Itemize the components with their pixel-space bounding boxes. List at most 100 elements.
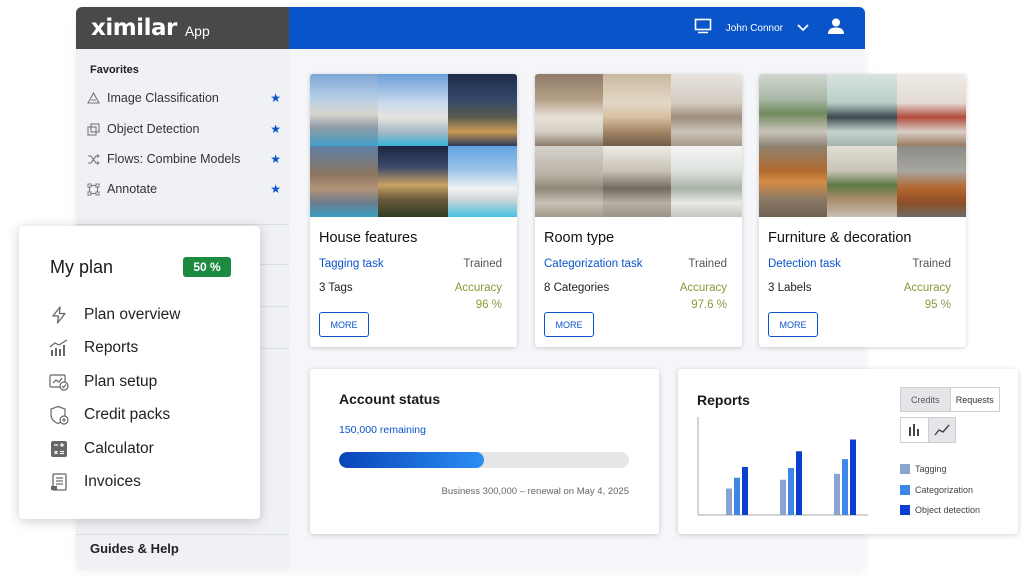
star-icon[interactable]: ★ xyxy=(270,122,281,136)
chevron-down-icon[interactable] xyxy=(797,19,809,37)
bar-tagging xyxy=(834,473,840,515)
credits-progress-bar xyxy=(339,452,629,468)
task-type-link[interactable]: Detection task xyxy=(768,258,841,270)
reports-bar-chart xyxy=(697,417,868,516)
legend-item: Tagging xyxy=(900,459,980,480)
bar-object-detection xyxy=(796,451,802,515)
plan-setup-icon xyxy=(49,372,69,392)
accuracy-label: Accuracy xyxy=(903,282,951,294)
sidebar-divider xyxy=(76,534,289,535)
reports-card: Reports Credits Requests Tagging Categor… xyxy=(678,369,1018,534)
tab-credits[interactable]: Credits xyxy=(901,388,951,411)
task-type-link[interactable]: Tagging task xyxy=(319,258,384,270)
plan-menu-plan-setup[interactable]: Plan setup xyxy=(49,371,249,393)
user-name[interactable]: John Connor xyxy=(726,23,783,34)
plan-menu-credit-packs[interactable]: Credit packs xyxy=(49,404,249,426)
card-title: Room type xyxy=(544,230,615,246)
credit-packs-icon xyxy=(49,405,69,425)
accuracy-value: 95 % xyxy=(924,299,951,311)
tab-requests[interactable]: Requests xyxy=(951,388,1000,411)
plan-menu-invoices[interactable]: Invoices xyxy=(49,471,249,493)
status-label: Trained xyxy=(463,258,502,270)
user-icon[interactable] xyxy=(827,17,845,40)
sidebar-divider xyxy=(76,224,289,225)
bar-tagging xyxy=(780,479,786,515)
task-type-link[interactable]: Categorization task xyxy=(544,258,642,270)
favorite-label: Image Classification xyxy=(107,91,219,105)
bar-chart-icon[interactable] xyxy=(901,418,929,442)
label-count: 3 Tags xyxy=(319,282,353,294)
plan-menu-label: Plan setup xyxy=(84,373,158,390)
plan-renewal-info: Business 300,000 – renewal on May 4, 202… xyxy=(441,486,630,497)
plan-menu-label: Credit packs xyxy=(84,406,171,423)
plan-menu-calculator[interactable]: Calculator xyxy=(49,438,249,460)
favorite-annotate[interactable]: Annotate ★ xyxy=(86,178,281,200)
furniture-photo-mosaic xyxy=(759,74,966,217)
card-title: House features xyxy=(319,230,418,246)
top-bar: John Connor xyxy=(289,7,865,49)
bar-tagging xyxy=(726,488,732,515)
account-status-title: Account status xyxy=(339,391,441,407)
credits-remaining: 150,000 remaining xyxy=(339,424,426,436)
flows-icon xyxy=(86,152,100,166)
reports-icon xyxy=(49,338,69,358)
plan-menu-label: Reports xyxy=(84,339,139,356)
my-plan-card: My plan 50 % Plan overview Reports Plan … xyxy=(19,226,260,519)
invoice-icon xyxy=(49,472,69,492)
status-label: Trained xyxy=(912,258,951,270)
task-card-house-features[interactable]: House features Tagging task Trained 3 Ta… xyxy=(310,74,517,347)
plan-menu-label: Plan overview xyxy=(84,306,181,323)
accuracy-label: Accuracy xyxy=(679,282,727,294)
star-icon[interactable]: ★ xyxy=(270,152,281,166)
room-photo-mosaic xyxy=(535,74,742,217)
monitor-icon[interactable] xyxy=(694,18,712,39)
classification-icon xyxy=(86,91,100,105)
favorite-label: Annotate xyxy=(107,182,158,196)
account-status-card: Account status 150,000 remaining Busines… xyxy=(310,369,659,534)
bar-categorization xyxy=(734,477,740,515)
my-plan-title: My plan xyxy=(50,257,114,277)
accuracy-value: 96 % xyxy=(475,299,502,311)
legend-label: Categorization xyxy=(915,484,974,495)
accuracy-label: Accuracy xyxy=(454,282,502,294)
legend-swatch xyxy=(900,484,910,495)
star-icon[interactable]: ★ xyxy=(270,91,281,105)
calculator-icon xyxy=(49,439,69,459)
card-title: Furniture & decoration xyxy=(768,230,912,246)
chart-legend: Tagging Categorization Object detection xyxy=(900,459,980,521)
bar-object-detection xyxy=(850,439,856,515)
bar-categorization xyxy=(842,459,848,515)
lightning-icon xyxy=(49,305,69,325)
favorite-label: Flows: Combine Models xyxy=(107,152,241,166)
more-button[interactable]: MORE xyxy=(319,312,369,337)
task-card-furniture[interactable]: Furniture & decoration Detection task Tr… xyxy=(759,74,966,347)
legend-item: Categorization xyxy=(900,480,980,501)
guides-help-link[interactable]: Guides & Help xyxy=(90,541,179,556)
bar-categorization xyxy=(788,467,794,515)
favorites-title: Favorites xyxy=(90,64,139,76)
annotate-icon xyxy=(86,182,100,196)
plan-menu-label: Invoices xyxy=(84,473,141,490)
legend-label: Object detection xyxy=(915,505,981,516)
plan-menu-plan-overview[interactable]: Plan overview xyxy=(49,304,249,326)
task-card-room-type[interactable]: Room type Categorization task Trained 8 … xyxy=(535,74,742,347)
legend-item: Object detection xyxy=(900,500,980,521)
legend-swatch xyxy=(900,464,910,475)
bar-object-detection xyxy=(742,466,748,515)
reports-title: Reports xyxy=(697,392,750,408)
favorite-label: Object Detection xyxy=(107,122,200,136)
reports-tabs: Credits Requests xyxy=(900,387,1000,412)
favorite-flows[interactable]: Flows: Combine Models ★ xyxy=(86,148,281,170)
line-chart-icon[interactable] xyxy=(928,418,955,442)
legend-swatch xyxy=(900,505,910,516)
chart-view-toggle xyxy=(900,417,956,443)
plan-menu-reports[interactable]: Reports xyxy=(49,337,249,359)
label-count: 8 Categories xyxy=(544,282,610,294)
more-button[interactable]: MORE xyxy=(544,312,594,337)
star-icon[interactable]: ★ xyxy=(270,182,281,196)
more-button[interactable]: MORE xyxy=(768,312,818,337)
ximilar-logo[interactable]: ximilar xyxy=(91,15,177,41)
house-photo-mosaic xyxy=(310,74,517,217)
favorite-object-detection[interactable]: Object Detection ★ xyxy=(86,118,281,140)
favorite-image-classification[interactable]: Image Classification ★ xyxy=(86,87,281,109)
